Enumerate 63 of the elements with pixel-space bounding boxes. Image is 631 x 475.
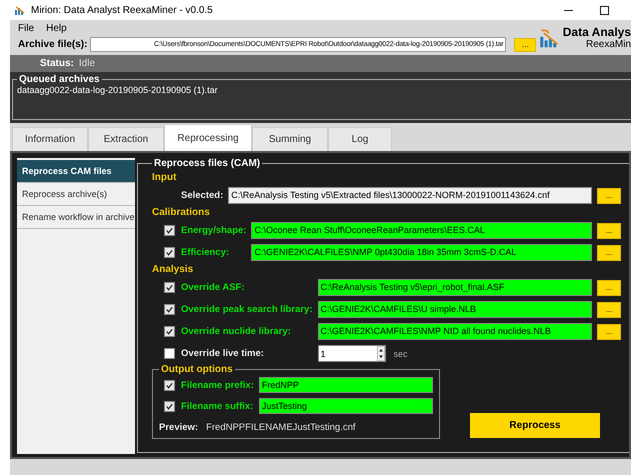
browse-button[interactable]: ...: [597, 222, 621, 238]
text-field[interactable]: FredNPP: [258, 377, 433, 393]
archive-label: Archive file(s):: [18, 39, 88, 50]
browse-button[interactable]: ...: [597, 244, 621, 260]
path-field[interactable]: C:\GENIE2K\CAMFILES\NMP NID all found nuclides.NLB: [318, 323, 592, 340]
browse-button[interactable]: ...: [597, 188, 621, 204]
queued-archives-title: Queued archives: [18, 74, 101, 85]
field-label: Override ASF:: [181, 282, 246, 293]
section-title: Input: [152, 172, 178, 183]
window-title: Mirion: Data Analyst ReexaMiner - v0.0.5: [31, 4, 213, 16]
checkbox[interactable]: [164, 247, 175, 258]
menu-item[interactable]: Help: [46, 23, 67, 34]
tab[interactable]: Extraction: [88, 127, 164, 151]
field-label: Override nuclide library:: [181, 326, 292, 337]
group-title: Reprocess files (CAM): [153, 158, 262, 169]
field-label: Energy/shape:: [181, 225, 246, 236]
maximize-icon[interactable]: [600, 6, 609, 14]
preview-value: FredNPPFILENAMEJustTesting.cnf: [206, 422, 356, 433]
browse-button[interactable]: ...: [597, 302, 621, 318]
tab[interactable]: Reprocessing: [164, 124, 252, 151]
browse-button[interactable]: ...: [597, 324, 621, 340]
tab[interactable]: Information: [12, 127, 88, 151]
path-field[interactable]: C:\Oconee Rean Stuff\OconeeReanParameters\EES.CAL: [251, 222, 592, 239]
section-title: Calibrations: [152, 207, 211, 218]
preview-label: Preview:: [159, 422, 198, 433]
field-label: Filename suffix:: [181, 400, 254, 412]
field-label: Selected:: [181, 190, 224, 201]
tab[interactable]: Summing: [252, 127, 328, 151]
path-field[interactable]: C:\GENIE2K\CAMFILES\U simple.NLB: [318, 301, 592, 318]
status-label: Status:: [40, 58, 74, 69]
text-field[interactable]: JustTesting: [258, 398, 433, 414]
checkbox[interactable]: [164, 326, 175, 337]
field-label: Efficiency:: [181, 247, 230, 258]
sidebar-item[interactable]: Reprocess archive(s): [17, 183, 135, 206]
field-label: Override peak search library:: [181, 304, 312, 315]
field-label: Override live time:: [181, 348, 265, 359]
spinner-icon[interactable]: [376, 346, 384, 361]
number-field[interactable]: 1: [318, 345, 386, 362]
field-label: Filename prefix:: [181, 380, 254, 390]
tab[interactable]: Log: [328, 127, 392, 151]
group-title: Output options: [160, 364, 234, 375]
queued-archive-item[interactable]: dataagg0022-data-log-20190905-20190905 (1).tar: [17, 85, 627, 95]
sidebar-item[interactable]: Rename workflow in archive: [17, 206, 135, 229]
reprocess-button[interactable]: Reprocess: [470, 413, 600, 438]
section-title: Analysis: [152, 264, 194, 275]
checkbox[interactable]: [164, 380, 175, 390]
logo-title: Data Analys: [562, 25, 631, 39]
path-field[interactable]: C:\ReAnalysis Testing v5\Extracted files\13000022-NORM-20191001143624.cnf: [228, 187, 592, 204]
browse-button[interactable]: ...: [597, 280, 621, 296]
status-value: Idle: [78, 58, 96, 69]
browse-button[interactable]: ...: [514, 38, 536, 52]
checkbox[interactable]: [164, 400, 175, 412]
menu-item[interactable]: File: [18, 23, 34, 34]
checkbox[interactable]: [164, 282, 175, 293]
checkbox[interactable]: [164, 304, 175, 315]
logo-subtitle: ReexaMin: [586, 39, 631, 50]
unit-label: sec: [394, 348, 408, 358]
path-field[interactable]: C:\ReAnalysis Testing v5\epri_robot_final.ASF: [318, 279, 592, 296]
path-field[interactable]: C:\GENIE2K\CALFILES\NMP 0pt430dia 18in 35mm 3cmS-D.CAL: [251, 244, 592, 261]
checkbox[interactable]: [164, 348, 175, 359]
app-icon: [14, 4, 26, 16]
sidebar-item[interactable]: Reprocess CAM files: [17, 160, 135, 183]
checkbox[interactable]: [164, 225, 175, 236]
